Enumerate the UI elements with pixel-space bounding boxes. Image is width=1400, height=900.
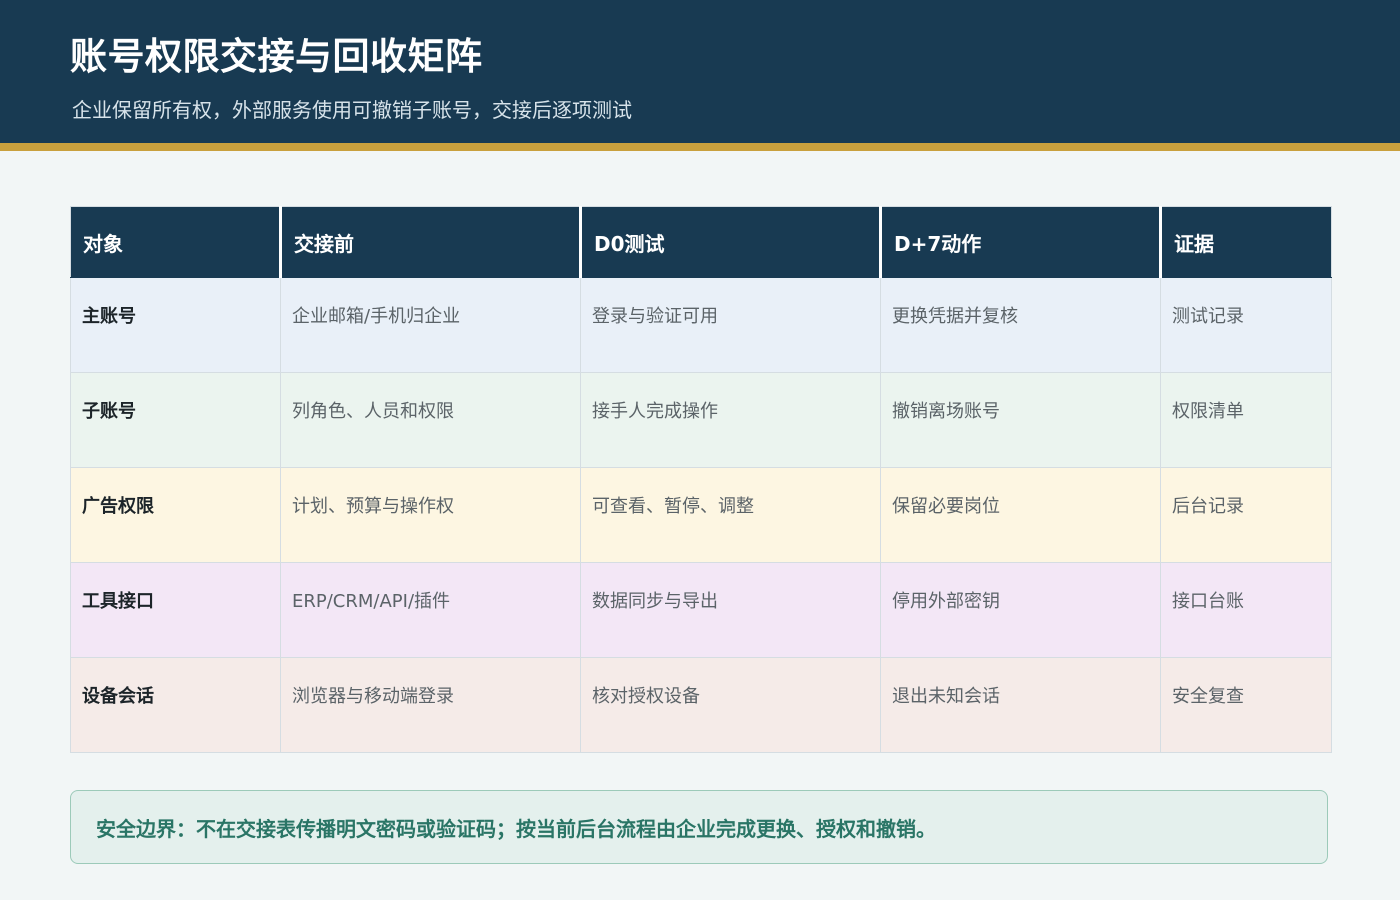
- table-row: 工具接口 ERP/CRM/API/插件 数据同步与导出 停用外部密钥 接口台账: [70, 562, 1332, 658]
- table-cell: 计划、预算与操作权: [280, 467, 581, 563]
- table-cell: 浏览器与移动端登录: [280, 657, 581, 753]
- table-cell: 后台记录: [1160, 467, 1332, 563]
- table-cell: 企业邮箱/手机归企业: [280, 277, 581, 373]
- table-row: 主账号 企业邮箱/手机归企业 登录与验证可用 更换凭据并复核 测试记录: [70, 277, 1332, 373]
- table-cell-object: 主账号: [70, 277, 281, 373]
- security-boundary-text: 安全边界：不在交接表传播明文密码或验证码；按当前后台流程由企业完成更换、授权和撤…: [96, 816, 936, 841]
- table-cell: 接手人完成操作: [580, 372, 881, 468]
- table-cell: 测试记录: [1160, 277, 1332, 373]
- table-cell: 数据同步与导出: [580, 562, 881, 658]
- table-cell-object: 设备会话: [70, 657, 281, 753]
- page-subtitle: 企业保留所有权，外部服务使用可撤销子账号，交接后逐项测试: [72, 98, 632, 122]
- page-title: 账号权限交接与回收矩阵: [70, 35, 483, 78]
- table-cell: 可查看、暂停、调整: [580, 467, 881, 563]
- page-header: 账号权限交接与回收矩阵 企业保留所有权，外部服务使用可撤销子账号，交接后逐项测试: [0, 0, 1400, 151]
- column-header-d7-action: D+7动作: [879, 206, 1161, 278]
- table-row: 子账号 列角色、人员和权限 接手人完成操作 撤销离场账号 权限清单: [70, 372, 1332, 468]
- table-cell: 撤销离场账号: [880, 372, 1161, 468]
- security-boundary-notice: 安全边界：不在交接表传播明文密码或验证码；按当前后台流程由企业完成更换、授权和撤…: [70, 790, 1328, 864]
- table-cell: 退出未知会话: [880, 657, 1161, 753]
- table-cell: 核对授权设备: [580, 657, 881, 753]
- column-header-evidence: 证据: [1159, 206, 1332, 278]
- table-cell: ERP/CRM/API/插件: [280, 562, 581, 658]
- permission-matrix-table: 对象 交接前 D0测试 D+7动作 证据 主账号 企业邮箱/手机归企业 登录与验…: [70, 206, 1332, 753]
- table-cell: 列角色、人员和权限: [280, 372, 581, 468]
- table-cell: 保留必要岗位: [880, 467, 1161, 563]
- table-cell: 更换凭据并复核: [880, 277, 1161, 373]
- table-cell: 权限清单: [1160, 372, 1332, 468]
- table-cell-object: 子账号: [70, 372, 281, 468]
- table-cell: 停用外部密钥: [880, 562, 1161, 658]
- table-cell: 安全复查: [1160, 657, 1332, 753]
- column-header-object: 对象: [70, 206, 281, 278]
- table-row: 广告权限 计划、预算与操作权 可查看、暂停、调整 保留必要岗位 后台记录: [70, 467, 1332, 563]
- table-cell: 登录与验证可用: [580, 277, 881, 373]
- column-header-before-handover: 交接前: [279, 206, 581, 278]
- table-cell-object: 工具接口: [70, 562, 281, 658]
- column-header-d0-test: D0测试: [579, 206, 881, 278]
- table-header-row: 对象 交接前 D0测试 D+7动作 证据: [70, 206, 1332, 278]
- table-cell: 接口台账: [1160, 562, 1332, 658]
- table-cell-object: 广告权限: [70, 467, 281, 563]
- table-row: 设备会话 浏览器与移动端登录 核对授权设备 退出未知会话 安全复查: [70, 657, 1332, 753]
